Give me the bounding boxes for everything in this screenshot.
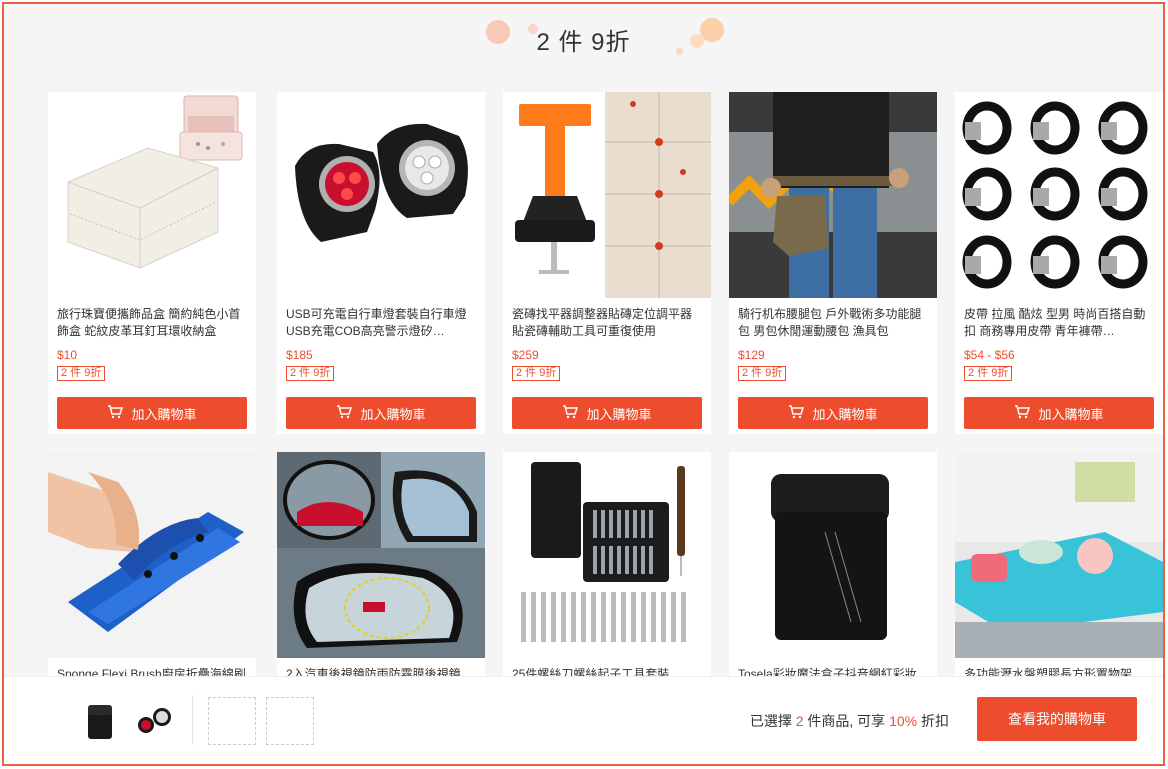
add-to-cart-button[interactable]: 加入購物車	[286, 397, 476, 429]
cart-icon	[336, 404, 353, 422]
add-to-cart-button[interactable]: 加入購物車	[738, 397, 928, 429]
product-title[interactable]: 騎行机布腰腿包 戶外戰術多功能腿包 男包休閒運動腰包 漁具包	[729, 306, 937, 340]
discount-value: 10%	[889, 713, 918, 729]
product-image[interactable]	[503, 452, 711, 658]
product-card[interactable]: Tosela彩妝魔法盒子抖音網紅彩妝盒	[729, 452, 937, 692]
summary-mid: 件商品, 可享	[807, 713, 886, 729]
add-to-cart-button[interactable]: 加入購物車	[57, 397, 247, 429]
promo-panel: 2 件 9折 旅行珠寶便攜飾品盒 簡約純色小首飾盒 蛇紋皮革耳釘耳環收納盒 $1…	[2, 2, 1165, 766]
add-to-cart-button[interactable]: 加入購物車	[512, 397, 702, 429]
selected-item-thumb[interactable]	[76, 697, 124, 745]
promo-badge: 2 件 9折	[286, 366, 335, 381]
promo-badge: 2 件 9折	[512, 366, 561, 381]
summary-prefix: 已選擇	[749, 713, 792, 729]
product-price: $259	[512, 348, 539, 362]
empty-slot	[208, 697, 256, 745]
product-price: $129	[738, 348, 765, 362]
promo-badge: 2 件 9折	[738, 366, 787, 381]
view-cart-button[interactable]: 查看我的購物車	[977, 697, 1137, 741]
product-title[interactable]: 旅行珠寶便攜飾品盒 簡約純色小首飾盒 蛇紋皮革耳釘耳環收納盒	[48, 306, 256, 340]
selection-summary: 已選擇 2 件商品, 可享 10% 折扣	[750, 711, 949, 731]
product-card[interactable]: 皮帶 拉風 酷炫 型男 時尚百搭自動扣 商務專用皮帶 青年褲帶… $54 - $…	[955, 92, 1163, 434]
cart-icon	[1014, 404, 1031, 422]
selected-item-thumb[interactable]	[130, 697, 178, 745]
product-card[interactable]: 旅行珠寶便攜飾品盒 簡約純色小首飾盒 蛇紋皮革耳釘耳環收納盒 $10 2 件 9…	[48, 92, 256, 434]
header: 2 件 9折	[4, 4, 1163, 84]
add-to-cart-label: 加入購物車	[131, 406, 197, 422]
cart-icon	[107, 404, 124, 422]
product-image[interactable]	[277, 452, 485, 658]
product-card[interactable]: 2入汽車後視鏡防雨防霧膜後視鏡	[277, 452, 485, 692]
product-image[interactable]	[729, 92, 937, 298]
product-image[interactable]	[48, 452, 256, 658]
product-card[interactable]: Sponge Flexi Brush廚房折疊海綿刷	[48, 452, 256, 692]
promo-badge: 2 件 9折	[964, 366, 1013, 381]
summary-suffix: 折扣	[921, 713, 949, 729]
selected-count: 2	[795, 713, 804, 729]
promo-badge: 2 件 9折	[57, 366, 106, 381]
empty-slot	[266, 697, 314, 745]
product-price: $10	[57, 348, 78, 362]
product-image[interactable]	[955, 452, 1163, 658]
product-title[interactable]: 皮帶 拉風 酷炫 型男 時尚百搭自動扣 商務專用皮帶 青年褲帶…	[955, 306, 1163, 340]
add-to-cart-button[interactable]: 加入購物車	[964, 397, 1154, 429]
product-title[interactable]: 瓷磚找平器調整器貼磚定位調平器貼瓷磚輔助工具可重復使用	[503, 306, 711, 340]
product-image[interactable]	[503, 92, 711, 298]
cart-icon	[788, 404, 805, 422]
product-price: $185	[286, 348, 313, 362]
product-image[interactable]	[277, 92, 485, 298]
product-image[interactable]	[955, 92, 1163, 298]
product-title[interactable]: USB可充電自行車燈套裝自行車燈USB充電COB高亮警示燈矽…	[277, 306, 485, 340]
product-card[interactable]: 25件螺絲刀螺絲起子工具套裝	[503, 452, 711, 692]
product-card[interactable]: 騎行机布腰腿包 戶外戰術多功能腿包 男包休閒運動腰包 漁具包 $129 2 件 …	[729, 92, 937, 434]
product-price: $54 - $56	[964, 348, 1015, 362]
product-card[interactable]: 多功能瀝水盤塑膠長方形置物架	[955, 452, 1163, 692]
cart-icon	[562, 404, 579, 422]
selection-bar: 已選擇 2 件商品, 可享 10% 折扣 查看我的購物車	[4, 676, 1163, 764]
add-to-cart-label: 加入購物車	[812, 406, 878, 422]
promo-title: 2 件 9折	[536, 29, 631, 56]
product-card[interactable]: USB可充電自行車燈套裝自行車燈USB充電COB高亮警示燈矽… $185 2 件…	[277, 92, 485, 434]
add-to-cart-label: 加入購物車	[360, 406, 426, 422]
divider	[192, 695, 193, 745]
add-to-cart-label: 加入購物車	[586, 406, 652, 422]
product-image[interactable]	[729, 452, 937, 658]
product-card[interactable]: 瓷磚找平器調整器貼磚定位調平器貼瓷磚輔助工具可重復使用 $259 2 件 9折 …	[503, 92, 711, 434]
add-to-cart-label: 加入購物車	[1038, 406, 1104, 422]
product-image[interactable]	[48, 92, 256, 298]
